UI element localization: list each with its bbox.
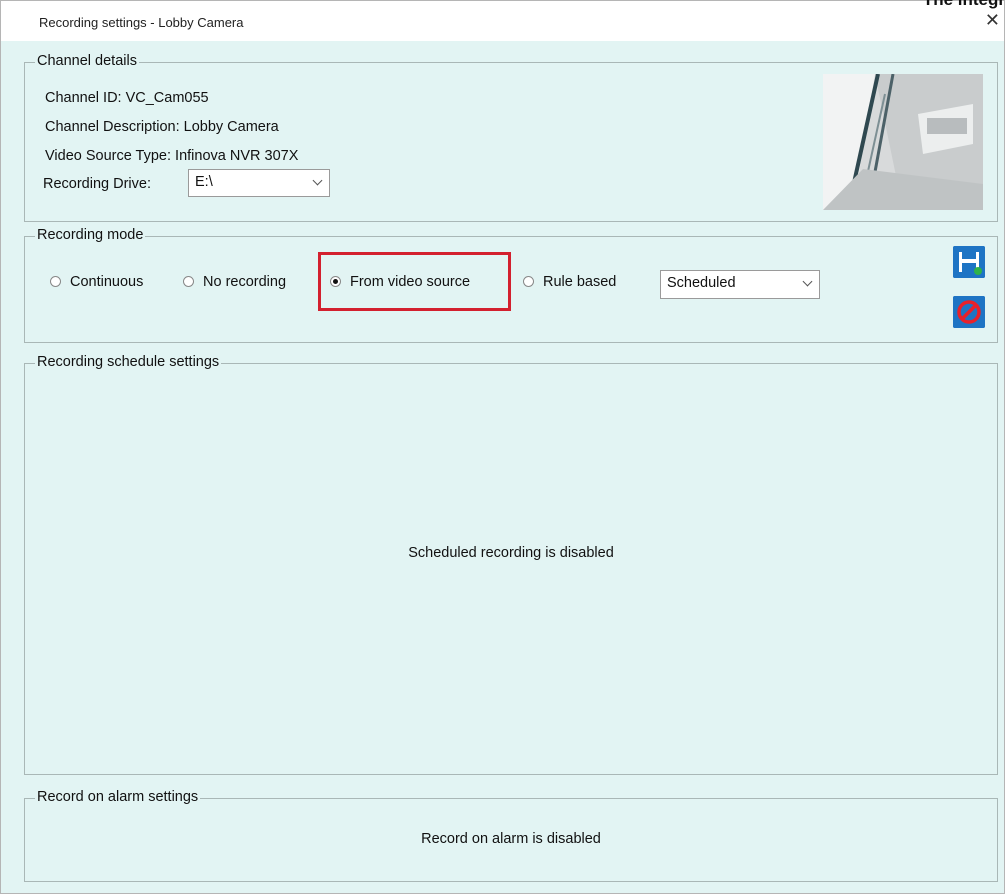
recording-schedule-legend: Recording schedule settings bbox=[35, 354, 222, 370]
record-on-alarm-group: Record on alarm settings Record on alarm… bbox=[24, 789, 998, 882]
radio-continuous-label: Continuous bbox=[70, 274, 144, 290]
radio-no-recording-label: No recording bbox=[203, 274, 287, 290]
save-icon-graphic bbox=[953, 246, 985, 278]
recording-schedule-group: Recording schedule settings Scheduled re… bbox=[24, 354, 998, 775]
video-source-type: Video Source Type: Infinova NVR 307X bbox=[45, 148, 299, 164]
recording-drive-value: E:\ bbox=[195, 174, 213, 190]
rule-based-select[interactable]: Scheduled bbox=[660, 270, 820, 299]
radio-rule-based-indicator bbox=[523, 275, 534, 287]
radio-continuous-indicator bbox=[50, 275, 61, 287]
cancel-icon[interactable] bbox=[953, 296, 985, 328]
camera-preview-image bbox=[823, 74, 983, 210]
radio-rule-based-label: Rule based bbox=[543, 274, 617, 290]
radio-no-recording-indicator bbox=[183, 275, 194, 287]
title-bar: Recording settings - Lobby Camera ✕ bbox=[1, 1, 1004, 41]
window-title: Recording settings - Lobby Camera bbox=[39, 15, 244, 30]
recording-drive-label: Recording Drive: bbox=[43, 176, 151, 192]
cancel-icon-graphic bbox=[953, 296, 985, 328]
channel-details-legend: Channel details bbox=[35, 53, 139, 69]
chevron-down-icon bbox=[802, 276, 813, 287]
alarm-disabled-message: Record on alarm is disabled bbox=[421, 831, 601, 847]
radio-no-recording[interactable]: No recording bbox=[183, 274, 286, 290]
background-page-text: The integr bbox=[923, 0, 1005, 10]
close-icon[interactable]: ✕ bbox=[985, 11, 1000, 29]
selected-option-highlight bbox=[318, 252, 511, 311]
radio-rule-based[interactable]: Rule based bbox=[523, 274, 616, 290]
record-on-alarm-legend: Record on alarm settings bbox=[35, 789, 201, 805]
recording-mode-group: Recording mode Continuous No recording F… bbox=[24, 227, 998, 343]
channel-id: Channel ID: VC_Cam055 bbox=[45, 90, 209, 106]
channel-description: Channel Description: Lobby Camera bbox=[45, 119, 279, 135]
rule-based-select-value: Scheduled bbox=[667, 275, 736, 291]
recording-mode-legend: Recording mode bbox=[35, 227, 146, 243]
schedule-disabled-message: Scheduled recording is disabled bbox=[408, 545, 614, 561]
chevron-down-icon bbox=[312, 175, 323, 186]
radio-continuous[interactable]: Continuous bbox=[50, 274, 143, 290]
camera-preview-thumbnail bbox=[823, 74, 983, 210]
save-icon[interactable] bbox=[953, 246, 985, 278]
recording-settings-window: Recording settings - Lobby Camera ✕ Chan… bbox=[0, 0, 1005, 894]
recording-drive-select[interactable]: E:\ bbox=[188, 169, 330, 197]
